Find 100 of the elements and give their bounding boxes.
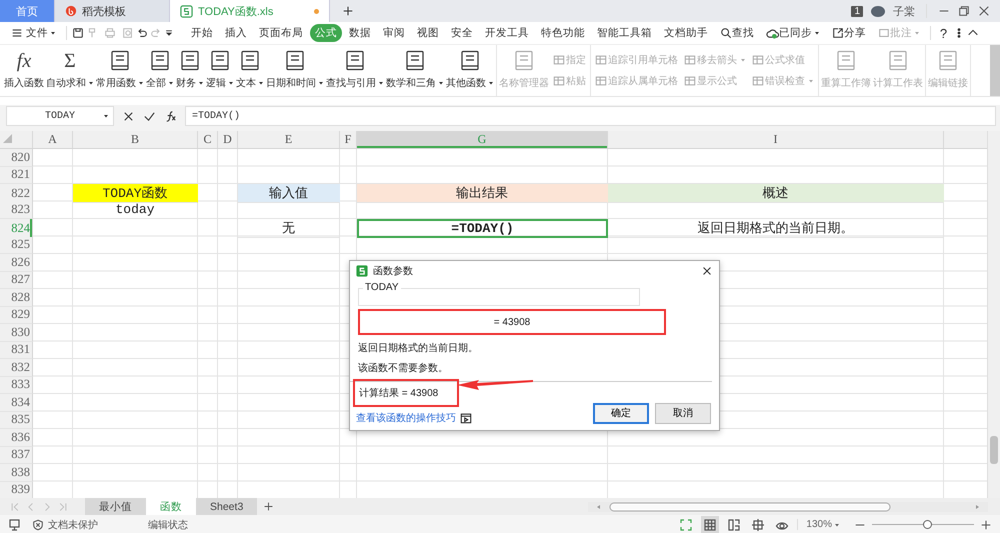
row-header[interactable]: 820 xyxy=(0,149,33,166)
column-header[interactable]: D xyxy=(218,131,238,148)
table-cell[interactable]: =TODAY() xyxy=(357,219,608,238)
ribbon-button[interactable]: 日期和时间 xyxy=(265,45,325,96)
row-header[interactable]: 821 xyxy=(0,166,33,184)
row-header[interactable]: 833 xyxy=(0,376,33,394)
ribbon-tab[interactable]: 文档助手 xyxy=(658,24,713,42)
ribbon-button[interactable]: 常用函数 xyxy=(95,45,145,96)
device-icon[interactable] xyxy=(8,518,22,532)
notification-badge[interactable]: 1 xyxy=(851,6,863,16)
table-icon xyxy=(684,54,696,66)
sheet-tab[interactable]: 最小值 xyxy=(85,498,146,515)
check-icon[interactable] xyxy=(143,110,156,122)
close-icon[interactable] xyxy=(978,5,990,17)
row-header[interactable]: 831 xyxy=(0,342,33,359)
document-icon xyxy=(513,50,535,72)
ribbon-tab[interactable]: 插入 xyxy=(220,24,252,42)
ribbon-button[interactable]: fx 插入函数 xyxy=(3,45,45,96)
table-icon xyxy=(752,54,764,66)
row-header[interactable]: 832 xyxy=(0,359,33,376)
spreadsheet-icon xyxy=(180,4,193,18)
row-header[interactable]: 828 xyxy=(0,289,33,306)
ribbon-button[interactable]: 文本 xyxy=(235,45,265,96)
table-cell[interactable]: 无 xyxy=(238,219,340,238)
ribbon-tab[interactable]: 开始 xyxy=(186,24,218,42)
row-header[interactable]: 830 xyxy=(0,324,33,342)
table-cell[interactable]: 返回日期格式的当前日期。 xyxy=(608,219,944,238)
ribbon-button[interactable]: Σ 自动求和 xyxy=(45,45,95,96)
undo-icon[interactable] xyxy=(136,27,148,39)
tips-link[interactable]: 查看该函数的操作技巧 xyxy=(356,411,456,425)
file-menu[interactable]: 文件 xyxy=(6,24,61,42)
add-tab-icon[interactable] xyxy=(342,5,354,17)
dialog-button[interactable]: 确定 xyxy=(593,402,649,424)
row-header[interactable]: 835 xyxy=(0,412,33,429)
row-header[interactable]: 837 xyxy=(0,446,33,464)
avatar[interactable] xyxy=(871,6,885,16)
sheet-tab[interactable]: 函数 xyxy=(146,498,196,515)
zoom-in-icon[interactable] xyxy=(980,518,992,530)
document-tab[interactable]: 稻壳模板 xyxy=(55,0,170,22)
ribbon-button[interactable]: 数学和三角 xyxy=(385,45,445,96)
sync-button[interactable]: 已同步 xyxy=(760,24,825,42)
protection-status[interactable]: 文档未保护 xyxy=(32,518,98,532)
document-icon xyxy=(835,50,857,72)
sheet-tab[interactable]: Sheet3 xyxy=(196,498,258,515)
user-name[interactable]: 子棠 xyxy=(893,4,915,18)
ribbon-tab[interactable]: 智能工具箱 xyxy=(592,24,657,42)
dialog-button[interactable]: 取消 xyxy=(655,402,711,424)
ribbon-tab[interactable]: 特色功能 xyxy=(536,24,590,42)
ribbon-button[interactable]: 逻辑 xyxy=(205,45,235,96)
view-button[interactable] xyxy=(701,516,720,533)
column-header[interactable]: E xyxy=(238,131,340,148)
ribbon-button[interactable]: 财务 xyxy=(175,45,205,96)
table-cell[interactable]: TODAY函数 xyxy=(73,184,198,203)
search-icon xyxy=(720,27,732,39)
row-header[interactable]: 826 xyxy=(0,254,33,272)
table-cell[interactable]: 输出结果 xyxy=(357,184,608,203)
ribbon-tab[interactable]: 审阅 xyxy=(378,24,410,42)
close-icon[interactable] xyxy=(701,265,713,277)
ribbon-button[interactable]: 查找与引用 xyxy=(325,45,385,96)
zoom-level[interactable]: 130% xyxy=(797,519,848,530)
row-header[interactable]: 825 xyxy=(0,236,33,254)
table-cell[interactable]: 输入值 xyxy=(238,184,340,203)
column-header[interactable]: A xyxy=(33,131,73,148)
table-cell[interactable]: 概述 xyxy=(608,184,944,203)
row-header[interactable]: 834 xyxy=(0,394,33,412)
row-header[interactable]: 836 xyxy=(0,429,33,446)
formula-field[interactable]: =TODAY() xyxy=(185,106,996,126)
caret-icon xyxy=(168,80,174,86)
function-icon[interactable] xyxy=(164,110,177,122)
document-icon xyxy=(344,50,366,72)
ribbon-button[interactable]: 其他函数 xyxy=(445,45,495,96)
help-button[interactable]: ? xyxy=(936,26,952,40)
ribbon-tab[interactable]: 开发工具 xyxy=(480,24,534,42)
search-button[interactable]: 查找 xyxy=(714,24,759,42)
ribbon-tab[interactable]: 视图 xyxy=(412,24,444,42)
row-header[interactable]: 838 xyxy=(0,464,33,482)
row-header[interactable]: 822 xyxy=(0,184,33,203)
document-icon xyxy=(404,50,426,72)
table-cell[interactable]: today xyxy=(73,202,198,219)
ribbon-tab[interactable]: 页面布局 xyxy=(254,24,308,42)
table-icon xyxy=(553,75,565,88)
row-header[interactable]: 829 xyxy=(0,306,33,324)
ribbon-tab[interactable]: 安全 xyxy=(446,24,478,42)
add-sheet-icon[interactable] xyxy=(263,501,274,512)
cancel-icon[interactable] xyxy=(122,110,135,122)
row-header[interactable]: 839 xyxy=(0,482,33,498)
save-icon[interactable] xyxy=(72,27,84,39)
row-header[interactable]: 823 xyxy=(0,202,33,219)
restore-icon[interactable] xyxy=(958,5,970,17)
slider-thumb[interactable] xyxy=(923,520,932,529)
row-header[interactable]: 827 xyxy=(0,272,33,289)
name-box[interactable]: TODAY xyxy=(6,106,114,126)
document-icon xyxy=(179,50,201,72)
document-tab[interactable]: TODAY函数.xls xyxy=(170,0,330,22)
ribbon-button[interactable]: 全部 xyxy=(145,45,175,96)
column-header[interactable]: B xyxy=(73,131,198,148)
share-button[interactable]: 分享 xyxy=(826,24,871,42)
ribbon-tab[interactable]: 数据 xyxy=(344,24,376,42)
column-header[interactable]: I xyxy=(608,131,944,148)
column-header[interactable]: C xyxy=(198,131,218,148)
